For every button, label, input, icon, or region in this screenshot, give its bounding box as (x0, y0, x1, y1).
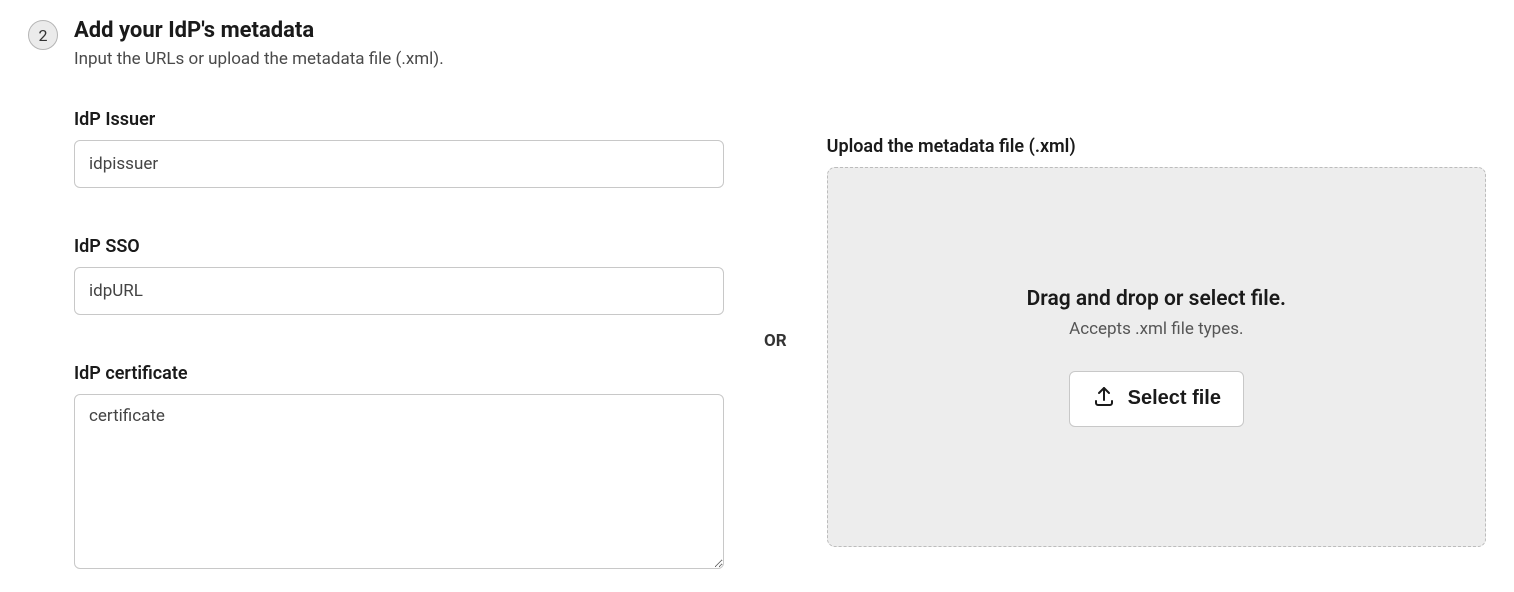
step-number: 2 (39, 26, 48, 45)
step-title: Add your IdP's metadata (74, 18, 444, 43)
select-file-label: Select file (1128, 387, 1221, 410)
dropzone-description: Accepts .xml file types. (1069, 319, 1243, 339)
upload-icon (1092, 384, 1116, 414)
file-dropzone[interactable]: Drag and drop or select file. Accepts .x… (827, 167, 1486, 547)
dropzone-title: Drag and drop or select file. (1027, 287, 1286, 311)
idp-sso-label: IdP SSO (74, 236, 724, 257)
select-file-button[interactable]: Select file (1069, 371, 1244, 427)
idp-issuer-label: IdP Issuer (74, 109, 724, 130)
idp-certificate-label: IdP certificate (74, 363, 724, 384)
upload-label: Upload the metadata file (.xml) (827, 136, 1486, 157)
or-divider: OR (764, 331, 787, 351)
idp-certificate-input[interactable] (74, 394, 724, 569)
step-number-badge: 2 (28, 20, 58, 50)
idp-issuer-input[interactable] (74, 140, 724, 188)
manual-entry-column: IdP Issuer IdP SSO IdP certificate (74, 109, 724, 573)
step-description: Input the URLs or upload the metadata fi… (74, 49, 444, 69)
idp-sso-input[interactable] (74, 267, 724, 315)
upload-column: Upload the metadata file (.xml) Drag and… (827, 136, 1486, 547)
